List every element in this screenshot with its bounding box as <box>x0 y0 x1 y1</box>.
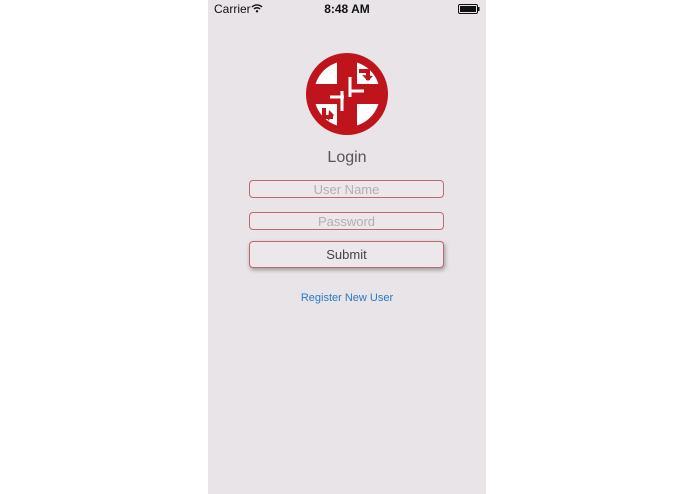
register-new-user-link[interactable]: Register New User <box>208 292 486 304</box>
battery-icon <box>458 4 480 14</box>
login-screen: Carrier 8:48 AM Login Submit Register <box>208 0 486 494</box>
username-input[interactable] <box>249 180 444 198</box>
medical-cross-logo-icon <box>306 53 388 135</box>
status-bar: Carrier 8:48 AM <box>208 0 486 18</box>
page-title: Login <box>327 149 367 166</box>
submit-button[interactable]: Submit <box>249 241 444 268</box>
password-input[interactable] <box>249 212 444 230</box>
status-time: 8:48 AM <box>324 2 370 16</box>
